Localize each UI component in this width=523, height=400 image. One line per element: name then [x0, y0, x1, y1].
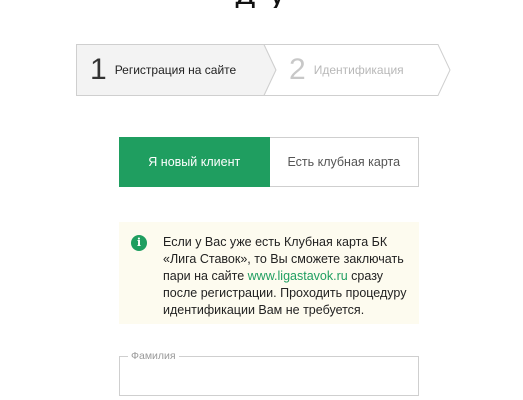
ligastavok-link[interactable]: www.ligastavok.ru: [248, 269, 348, 283]
step-label: Идентификация: [313, 63, 404, 77]
info-notice: i Если у Вас уже есть Клубная карта БК «…: [119, 222, 419, 324]
step-number: 2: [289, 53, 306, 86]
step-number: 1: [90, 53, 107, 86]
tab-new-client[interactable]: Я новый клиент: [119, 137, 270, 187]
info-icon: i: [131, 235, 147, 251]
registration-steps: 1 Регистрация на сайте 2 Идентификация: [76, 44, 452, 96]
tab-club-card[interactable]: Есть клубная карта: [269, 137, 419, 187]
step-label: Регистрация на сайте: [114, 63, 237, 77]
client-type-tabs: Я новый клиент Есть клубная карта: [119, 137, 419, 187]
step-registration: 1 Регистрация на сайте: [90, 44, 236, 96]
surname-field: Фамилия: [119, 349, 419, 396]
page-title: д у: [0, 0, 523, 8]
step-identification: 2 Идентификация: [289, 44, 404, 96]
surname-input[interactable]: [120, 357, 418, 395]
